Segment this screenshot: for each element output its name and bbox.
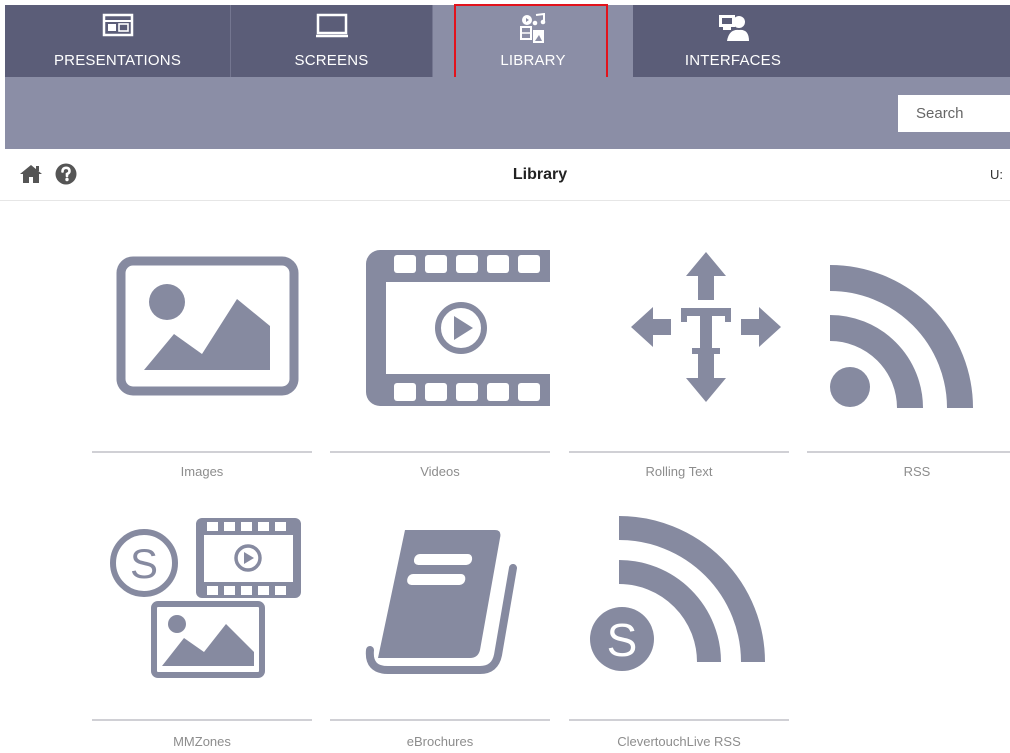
library-item-label-videos: Videos [420,464,460,479]
mmzones-icon: S [110,518,301,678]
toolbar-band [5,77,1010,149]
library-item-label-clevertouch-rss: ClevertouchLive RSS [617,734,741,749]
library-item-videos[interactable]: Videos [330,242,550,479]
tab-interfaces[interactable]: INTERFACES [633,5,833,77]
image-icon [116,256,299,396]
tab-library[interactable]: LIBRARY [433,5,633,77]
library-item-label-rolling-text: Rolling Text [645,464,713,479]
tab-label-screens: SCREENS [294,52,369,69]
library-item-label-mmzones: MMZones [173,734,231,749]
svg-text:S: S [607,614,638,666]
rss-icon [829,265,973,409]
monitor-icon [315,13,348,38]
library-item-rss[interactable]: RSS [807,242,1010,479]
svg-text:S: S [130,540,158,587]
interface-user-icon [719,15,749,41]
tile-divider [92,451,312,453]
tile-divider [807,451,1010,453]
top-navigation: PRESENTATIONS SCREENS LIBRARY INTERFACES [5,5,1010,77]
tile-divider [330,719,550,721]
tab-label-presentations: PRESENTATIONS [53,52,182,69]
video-icon [366,250,550,406]
tab-label-library: LIBRARY [500,52,566,69]
library-item-clevertouch-rss[interactable]: S ClevertouchLive RSS [569,510,789,749]
tile-divider [92,719,312,721]
library-item-label-rss: RSS [903,464,931,479]
tile-divider [569,451,789,453]
media-library-icon [520,13,546,43]
user-label[interactable]: U: [990,167,1003,182]
ebrochure-icon [365,530,517,674]
tab-screens[interactable]: SCREENS [231,5,433,77]
library-item-images[interactable]: Images [92,242,312,479]
subheader: Library U: [0,150,1010,201]
library-item-label-images: Images [180,464,224,479]
clevertouch-rss-icon: S [590,516,765,671]
library-item-rolling-text[interactable]: Rolling Text [569,242,789,479]
library-item-label-ebrochures: eBrochures [406,734,474,749]
tile-divider [569,719,789,721]
tab-label-interfaces: INTERFACES [684,52,782,69]
library-item-ebrochures[interactable]: eBrochures [330,510,550,749]
search-input[interactable] [898,95,1010,132]
page-title: Library [512,166,568,183]
library-item-mmzones[interactable]: S MMZones [92,510,312,749]
presentation-icon [102,13,133,37]
rolling-text-icon [631,252,781,402]
tile-divider [330,451,550,453]
tab-presentations[interactable]: PRESENTATIONS [5,5,231,77]
